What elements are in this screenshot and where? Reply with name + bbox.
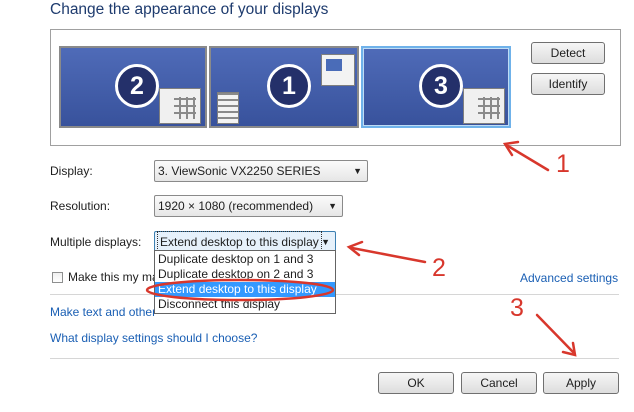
annotation-overlay — [145, 140, 577, 357]
annotation-label: 3 — [510, 294, 524, 322]
annotation-label: 1 — [556, 150, 570, 178]
highlight-ellipse — [145, 278, 335, 302]
arrow-icon — [535, 313, 577, 357]
arrow-icon — [502, 140, 550, 172]
arrow-icon — [346, 240, 427, 264]
annotation-label: 2 — [432, 254, 446, 282]
